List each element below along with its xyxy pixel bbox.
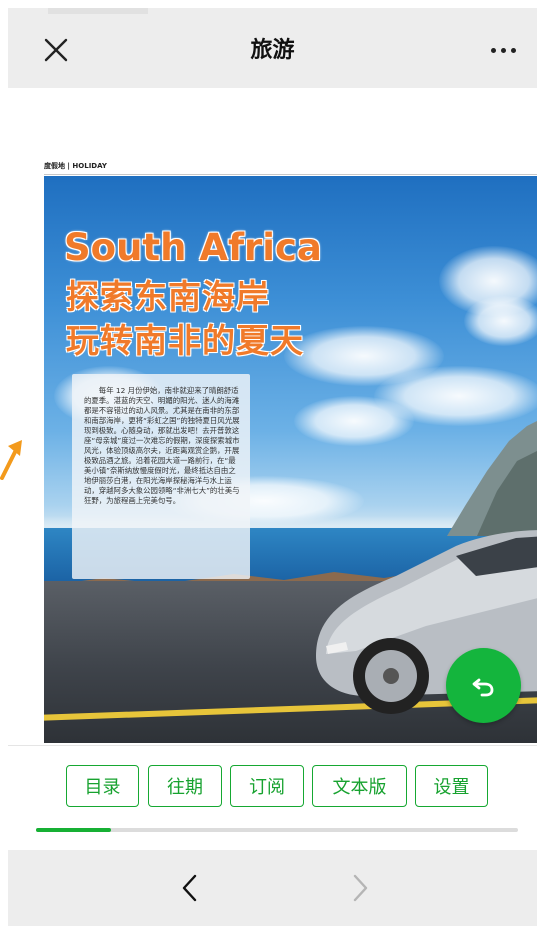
cloud-decoration bbox=[294, 396, 414, 446]
menu-button-catalog[interactable]: 目录 bbox=[66, 765, 139, 807]
reader-menu: 目录 往期 订阅 文本版 设置 bbox=[0, 765, 537, 809]
return-arrow-icon bbox=[472, 678, 493, 696]
close-button[interactable] bbox=[36, 30, 76, 70]
chevron-left-icon bbox=[182, 874, 197, 902]
reader-app: 旅游 度假地 | HOLIDAY South Africa 探索东南海岸 玩转南… bbox=[0, 0, 537, 926]
menu-button-past-issues[interactable]: 往期 bbox=[148, 765, 222, 807]
magazine-title-cn-line2: 玩转南非的夏天 bbox=[66, 321, 304, 360]
menu-button-settings[interactable]: 设置 bbox=[415, 765, 488, 807]
magazine-title-cn-line1: 探索东南海岸 bbox=[66, 277, 270, 316]
orange-arrow-icon bbox=[0, 440, 22, 480]
magazine-title-en: South Africa bbox=[64, 226, 322, 269]
divider bbox=[8, 745, 537, 746]
bottom-nav-bar bbox=[8, 850, 537, 926]
magazine-section-label: 度假地 | HOLIDAY bbox=[44, 160, 537, 175]
more-horizontal-icon bbox=[490, 47, 516, 53]
more-options-button[interactable] bbox=[481, 30, 525, 70]
page-title: 旅游 bbox=[250, 38, 295, 63]
cloud-decoration bbox=[464, 296, 537, 346]
menu-button-text-version[interactable]: 文本版 bbox=[312, 765, 407, 807]
reading-progress-fill bbox=[36, 828, 111, 832]
return-button[interactable] bbox=[446, 648, 521, 723]
close-icon bbox=[44, 38, 68, 62]
chevron-right-icon bbox=[353, 874, 368, 902]
forward-button[interactable] bbox=[336, 864, 384, 912]
menu-button-subscribe[interactable]: 订阅 bbox=[230, 765, 304, 807]
magazine-body-text: 每年 12 月份伊始，南非就迎来了晴朗舒适的夏季。湛蓝的天空、明媚的阳光、迷人的… bbox=[72, 374, 250, 579]
back-button[interactable] bbox=[166, 864, 214, 912]
status-bar-remnant bbox=[48, 8, 148, 14]
reading-progress-bar[interactable] bbox=[36, 828, 518, 832]
top-nav-bar: 旅游 bbox=[8, 8, 537, 88]
